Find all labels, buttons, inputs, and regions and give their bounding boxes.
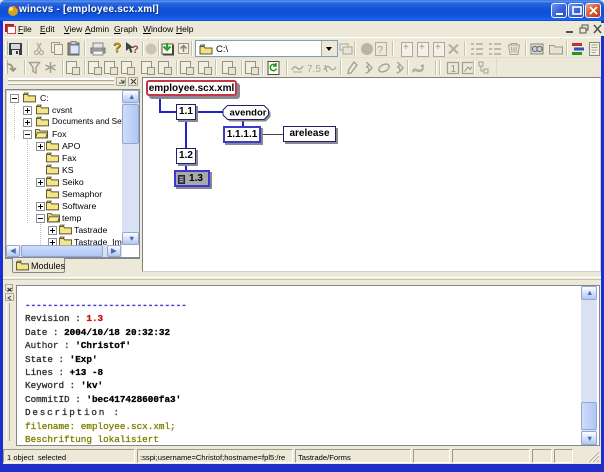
svg-text:1: 1 bbox=[451, 64, 457, 75]
svg-text:7.5: 7.5 bbox=[307, 64, 321, 75]
svg-text:?: ? bbox=[378, 45, 384, 56]
svg-text:?: ? bbox=[132, 44, 139, 56]
svg-text:avendor: avendor bbox=[230, 108, 267, 119]
